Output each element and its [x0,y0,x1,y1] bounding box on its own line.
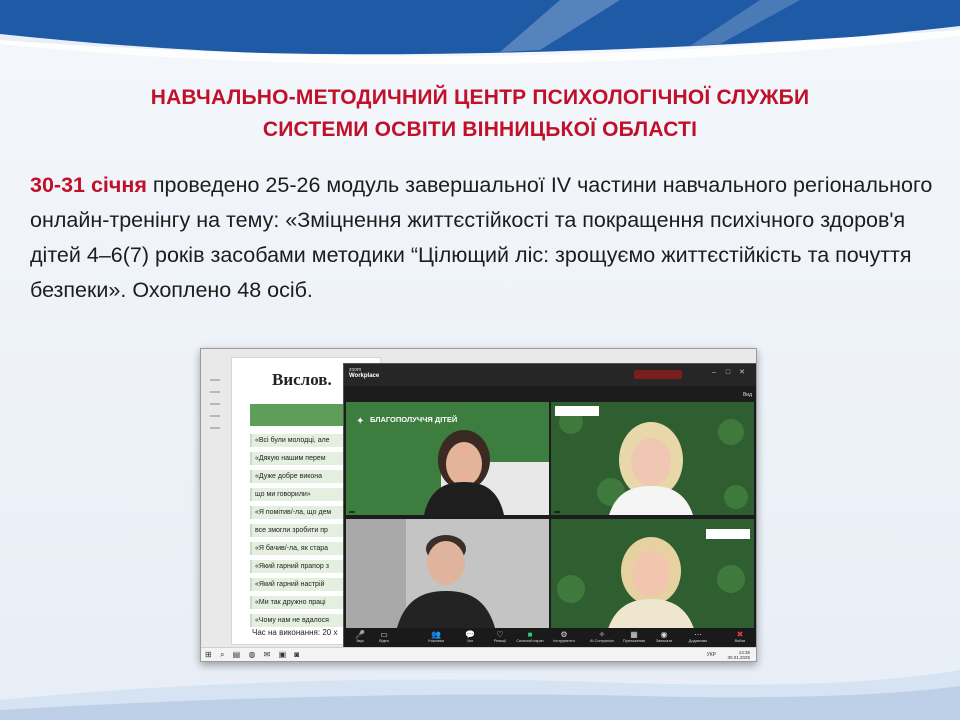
video-tile[interactable] [551,519,754,632]
close-icon[interactable]: ✕ [738,369,746,377]
zoom-logo: zoom Workplace [349,367,379,379]
zoom-app-icon[interactable]: ◙ [294,650,302,659]
start-icon[interactable]: ⊞ [205,650,215,659]
event-text: проведено 25-26 модуль завершальної IV ч… [30,173,933,302]
more-button[interactable]: ⋯ Додатково [684,630,712,644]
end-icon: ✖ [736,630,744,639]
document-footer: Час на виконання: 20 х [252,628,338,637]
maximize-icon[interactable]: □ [724,369,732,377]
video-tile[interactable] [551,402,754,515]
share-screen-button[interactable]: ■ Спільний екран [516,630,544,644]
tools-button[interactable]: ⚙ Інструменти [550,630,578,644]
taskbar-clock[interactable]: 13:35 30.01.2025 [727,650,750,660]
title-line-1: НАВЧАЛЬНО-МЕТОДИЧНИЙ ЦЕНТР ПСИХОЛОГІЧНОЇ… [150,86,810,109]
reactions-button[interactable]: ♡ Реакції [486,630,514,644]
share-icon: ■ [527,630,533,639]
video-icon: ▭ [380,630,388,639]
browser-icon[interactable]: ◍ [248,650,258,659]
participant-video [346,519,549,632]
page-title: НАВЧАЛЬНО-МЕТОДИЧНИЙ ЦЕНТР ПСИХОЛОГІЧНОЇ… [40,82,920,146]
participant-video [551,402,754,515]
participant-video [551,519,754,632]
language-indicator[interactable]: УКР [707,652,716,658]
folder-icon[interactable]: ▤ [233,650,244,659]
zoom-window: zoom Workplace – □ ✕ Вид ✦ БЛАГОПОЛУЧЧЯ … [343,363,756,649]
welfare-logo-text: БЛАГОПОЛУЧЧЯ ДІТЕЙ [370,415,458,424]
chat-icon: 💬 [465,630,475,639]
title-line-2: СИСТЕМИ ОСВІТИ ВІННИЦЬКОЇ ОБЛАСТІ [262,118,698,141]
event-date: 30-31 січня [30,173,147,197]
video-tile[interactable] [346,519,549,632]
search-icon[interactable]: ⌕ [220,650,227,659]
training-screenshot: Вислов. «Всі були молодці, але «Дякую на… [200,348,757,662]
top-decoration [0,0,960,65]
minimize-icon[interactable]: – [710,369,718,377]
taskbar-apps: ⊞ ⌕ ▤ ◍ ✉ ▣ ◙ [205,650,302,660]
recording-pill[interactable] [634,370,682,379]
clock-date: 30.01.2025 [727,655,750,660]
view-button[interactable]: Вид [743,392,752,398]
word-icon[interactable]: ▣ [279,650,290,659]
participants-icon: 👥 [431,630,441,639]
grid-icon: ▦ [630,630,638,639]
zoom-toolbar: 🎤 Звук ▭ Відео 👥 Учасники 💬 Чат ♡ Реакції ■ Сп… [344,628,756,648]
video-button[interactable]: ▭ Відео [370,630,398,644]
leave-button[interactable]: ✖ Вийти [726,630,754,644]
apps-button[interactable]: ▦ Приложения [620,630,648,644]
chat-button[interactable]: 💬 Чат [456,630,484,644]
mail-icon[interactable]: ✉ [264,650,274,659]
reactions-icon: ♡ [496,630,504,639]
record-icon: ◉ [660,630,668,639]
more-icon: ⋯ [694,630,702,639]
record-button[interactable]: ◉ Записати [650,630,678,644]
ai-companion-button[interactable]: ✧ AI Companion [588,630,616,644]
zoom-titlebar: zoom Workplace – □ ✕ [344,364,756,386]
apps-icon: ⚙ [560,630,568,639]
participants-button[interactable]: 👥 Учасники [422,630,450,644]
event-description: 30-31 січня проведено 25-26 модуль завер… [30,168,935,308]
participant-name [554,511,560,513]
windows-taskbar: ⊞ ⌕ ▤ ◍ ✉ ▣ ◙ УКР 13:35 30.01.2025 [201,647,756,661]
document-thumbnail-rail [207,369,223,629]
ai-icon: ✧ [598,630,606,639]
participant-name [349,511,355,513]
zoom-brand-name: Workplace [349,373,380,379]
video-tile[interactable]: ✦ БЛАГОПОЛУЧЧЯ ДІТЕЙ [346,402,549,515]
document-heading: Вислов. [272,370,332,389]
welfare-logo-icon: ✦ [356,416,365,427]
